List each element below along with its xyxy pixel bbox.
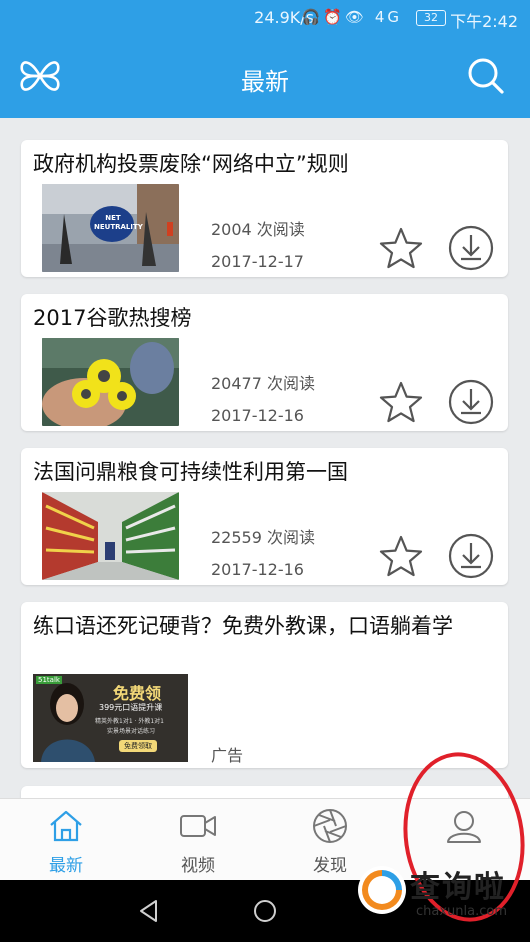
download-icon[interactable]: [447, 224, 495, 272]
search-icon[interactable]: [466, 56, 506, 96]
nav-tab-latest[interactable]: 最新: [16, 807, 116, 877]
ad-title[interactable]: 练口语还死记硬背？免费外教课，口语躺着学: [33, 612, 493, 640]
nav-label: 最新: [49, 856, 83, 876]
ad-line3: 实景场景对话练习: [107, 728, 156, 735]
ad-big-text: 免费领: [113, 684, 162, 703]
ad-card[interactable]: 练口语还死记硬背？免费外教课，口语躺着学 51talk 免费领 399元口语提升…: [21, 602, 508, 768]
home-circle-icon[interactable]: [252, 898, 278, 924]
clock: 下午2:42: [450, 12, 518, 31]
status-icons: 🎧⏰👁 4G: [301, 8, 402, 26]
ad-line1: 399元口语提升课: [99, 703, 163, 712]
article-title[interactable]: 法国问鼎粮食可持续性利用第一国: [33, 458, 493, 486]
publish-date: 2017-12-16: [211, 560, 304, 579]
article-card[interactable]: 2017谷歌热搜榜 20477 次阅读 2017-12-16: [21, 294, 508, 431]
read-count: 20477 次阅读: [211, 374, 315, 393]
status-bar: 24.9K/s 🎧⏰👁 4G 32 下午2:42: [0, 0, 530, 36]
ad-banner[interactable]: 51talk 免费领 399元口语提升课 精英外教1对1 · 外教1对1 实景场…: [33, 674, 188, 762]
article-thumbnail[interactable]: [42, 338, 179, 426]
ad-label: 广告: [211, 746, 244, 765]
download-icon[interactable]: [447, 378, 495, 426]
app-header: 最新: [0, 36, 530, 118]
nav-tab-video[interactable]: 视频: [148, 807, 248, 877]
read-count: 2004 次阅读: [211, 220, 305, 239]
ad-line2: 精英外教1对1 · 外教1对1: [95, 718, 164, 725]
app-screen: 24.9K/s 🎧⏰👁 4G 32 下午2:42 最新 政府机构投票废除“网络中…: [0, 0, 530, 942]
article-thumbnail[interactable]: [42, 492, 179, 580]
article-title[interactable]: 政府机构投票废除“网络中立”规则: [33, 150, 493, 178]
watermark-text: 查询啦: [410, 870, 506, 905]
download-icon[interactable]: [447, 532, 495, 580]
video-camera-icon: [180, 815, 216, 837]
site-watermark: 查询啦 chaxunla.com: [352, 858, 530, 930]
ad-cta-button[interactable]: 免费领取: [119, 740, 157, 752]
favorite-star-icon[interactable]: [377, 224, 425, 272]
nav-label: 视频: [181, 856, 215, 876]
news-feed: 政府机构投票废除“网络中立”规则 NET NEUTRALITY 2004 次阅读…: [0, 118, 530, 798]
publish-date: 2017-12-16: [211, 406, 304, 425]
favorite-star-icon[interactable]: [377, 378, 425, 426]
publish-date: 2017-12-17: [211, 252, 304, 271]
article-card[interactable]: 政府机构投票废除“网络中立”规则 NET NEUTRALITY 2004 次阅读…: [21, 140, 508, 277]
watermark-url: chaxunla.com: [416, 904, 507, 919]
watermark-logo-icon: [358, 866, 406, 914]
read-count: 22559 次阅读: [211, 528, 315, 547]
home-icon: [50, 810, 82, 842]
article-card[interactable]: 法国问鼎粮食可持续性利用第一国 22559 次阅读 2017-12-16: [21, 448, 508, 585]
ad-brand: 51talk: [36, 676, 62, 684]
article-thumbnail[interactable]: NET NEUTRALITY: [42, 184, 179, 272]
page-title: 最新: [241, 68, 289, 96]
article-title[interactable]: 2017谷歌热搜榜: [33, 304, 493, 332]
protest-sign-text: NET NEUTRALITY: [94, 214, 143, 231]
back-icon[interactable]: [136, 898, 162, 924]
supermarket-aisle-photo: [42, 492, 179, 580]
aperture-icon: [313, 809, 347, 843]
battery-icon: 32: [416, 10, 446, 26]
favorite-star-icon[interactable]: [377, 532, 425, 580]
fidget-spinner-photo: [42, 338, 179, 426]
